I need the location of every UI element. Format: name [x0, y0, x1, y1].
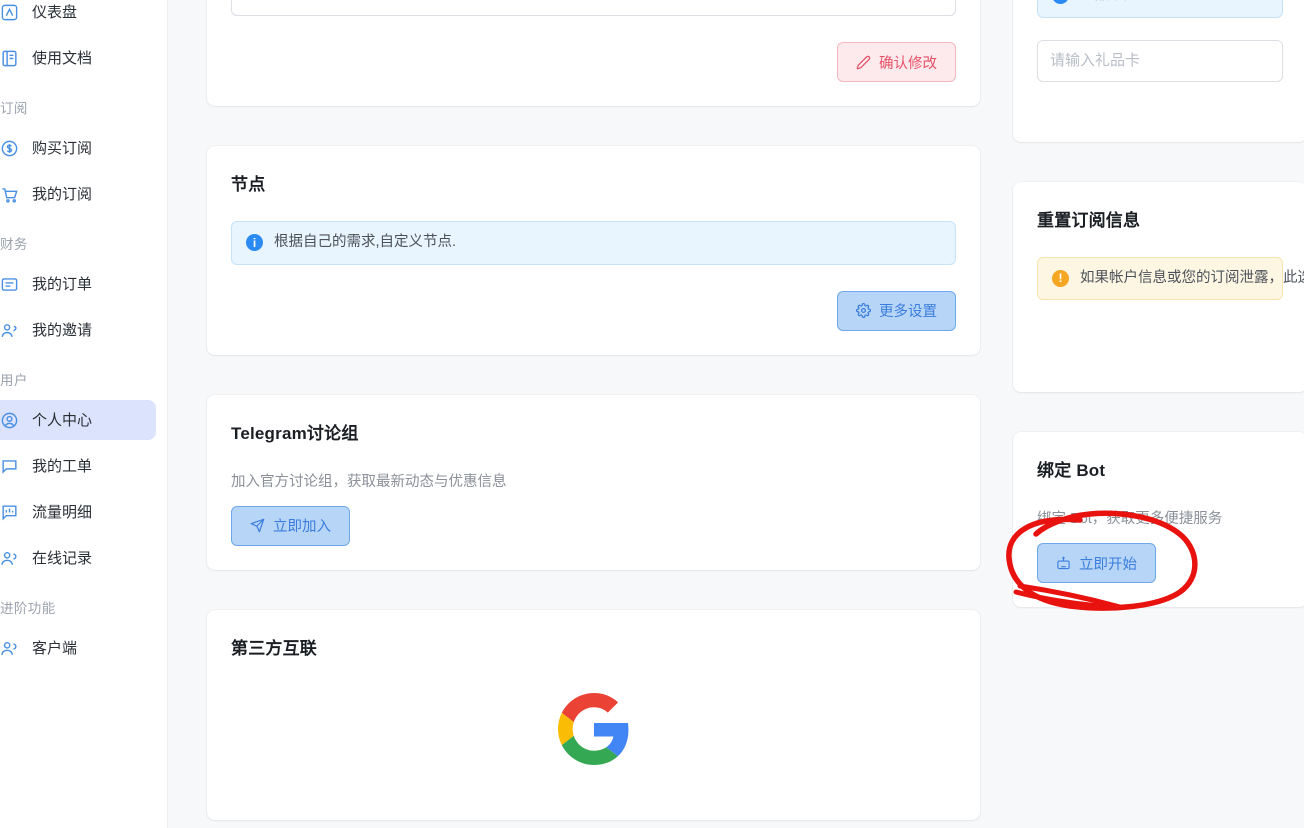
node-card: 节点 i 根据自己的需求,自定义节点.	[207, 146, 980, 355]
sidebar-item-label: 我的邀请	[32, 323, 92, 338]
gift-card-alert-text: 礼品卡充值	[1080, 0, 1153, 6]
third-party-card: 第三方互联	[207, 610, 980, 820]
sidebar-item-11[interactable]: 流量明细	[0, 492, 156, 532]
chart-icon	[0, 503, 19, 522]
gift-card-input[interactable]	[1037, 40, 1283, 82]
profile-field-input[interactable]	[231, 0, 956, 16]
sidebar-item-12[interactable]: 在线记录	[0, 538, 156, 578]
sidebar-item-label: 流量明细	[32, 505, 92, 520]
order-icon	[0, 275, 19, 294]
sidebar-nav-list: 仪表盘使用文档订阅购买订阅我的订阅财务我的订单我的邀请用户个人中心我的工单流量明…	[0, 0, 168, 674]
sidebar-item-label: 使用文档	[32, 51, 92, 66]
warning-icon: !	[1052, 270, 1069, 287]
profile-card: 确认修改	[207, 0, 980, 106]
bot-card-title: 绑定 Bot	[1037, 456, 1283, 481]
sidebar-item-6[interactable]: 我的订单	[0, 264, 156, 304]
sidebar-item-label: 在线记录	[32, 551, 92, 566]
gift-card-info-alert: i 礼品卡充值	[1037, 0, 1283, 18]
node-card-actions: 更多设置	[231, 291, 956, 331]
reset-warning-alert: ! 如果帐户信息或您的订阅泄露，此选项	[1037, 257, 1283, 301]
sidebar-item-label: 个人中心	[32, 413, 92, 428]
third-party-providers	[231, 659, 956, 770]
sidebar-group-label: 进阶功能	[0, 598, 168, 620]
sidebar-item-0[interactable]: 仪表盘	[0, 0, 156, 32]
sidebar-item-label: 我的工单	[32, 459, 92, 474]
cart-icon	[0, 185, 19, 204]
sidebar-item-4[interactable]: 我的订阅	[0, 174, 156, 214]
sidebar-group-label: 订阅	[0, 98, 168, 120]
sidebar: 仪表盘使用文档订阅购买订阅我的订阅财务我的订单我的邀请用户个人中心我的工单流量明…	[0, 0, 168, 828]
sidebar-item-label: 我的订单	[32, 277, 92, 292]
sidebar-item-14[interactable]: 客户端	[0, 628, 156, 668]
sidebar-group-label: 用户	[0, 370, 168, 392]
sidebar-item-7[interactable]: 我的邀请	[0, 310, 156, 350]
sidebar-item-9[interactable]: 个人中心	[0, 400, 156, 440]
reset-subscription-card: 重置订阅信息 ! 如果帐户信息或您的订阅泄露，此选项	[1013, 182, 1304, 393]
join-telegram-label: 立即加入	[273, 515, 331, 536]
node-info-alert: i 根据自己的需求,自定义节点.	[231, 221, 956, 265]
sidebar-item-10[interactable]: 我的工单	[0, 446, 156, 486]
bot-card-desc: 绑定 Bot，获取更多便捷服务	[1037, 507, 1283, 528]
node-card-title: 节点	[231, 170, 956, 195]
document-icon	[0, 49, 19, 68]
left-column: 确认修改 节点 i 根据自己的需求,自定义节点.	[207, 0, 980, 828]
gear-icon	[856, 303, 871, 318]
user-circle-icon	[0, 411, 19, 430]
content-columns: 确认修改 节点 i 根据自己的需求,自定义节点.	[207, 0, 1304, 828]
more-settings-label: 更多设置	[879, 300, 937, 321]
sidebar-item-1[interactable]: 使用文档	[0, 38, 156, 78]
more-settings-button[interactable]: 更多设置	[837, 291, 956, 331]
third-party-card-title: 第三方互联	[231, 634, 956, 659]
sidebar-item-3[interactable]: 购买订阅	[0, 128, 156, 168]
send-icon	[250, 518, 265, 533]
sidebar-group-label: 财务	[0, 234, 168, 256]
app-root: 仪表盘使用文档订阅购买订阅我的订阅财务我的订单我的邀请用户个人中心我的工单流量明…	[0, 0, 1304, 828]
telegram-card: Telegram讨论组 加入官方讨论组，获取最新动态与优惠信息 立即加入	[207, 395, 980, 570]
google-logo-icon[interactable]	[558, 693, 630, 770]
telegram-card-desc: 加入官方讨论组，获取最新动态与优惠信息	[231, 470, 956, 491]
invite-icon	[0, 321, 19, 340]
users-icon	[0, 639, 19, 658]
confirm-edit-label: 确认修改	[879, 52, 937, 73]
join-telegram-button[interactable]: 立即加入	[231, 506, 350, 546]
telegram-card-title: Telegram讨论组	[231, 419, 956, 444]
profile-card-actions: 确认修改	[231, 42, 956, 82]
reset-card-title: 重置订阅信息	[1037, 206, 1283, 231]
pencil-icon	[856, 55, 871, 70]
gift-card-card: i 礼品卡充值	[1013, 0, 1304, 142]
ticket-icon	[0, 457, 19, 476]
bind-bot-card: 绑定 Bot 绑定 Bot，获取更多便捷服务 立即开始	[1013, 432, 1304, 607]
sidebar-item-label: 购买订阅	[32, 141, 92, 156]
sidebar-item-label: 仪表盘	[32, 5, 77, 20]
dashboard-icon	[0, 3, 19, 22]
info-icon: i	[246, 234, 263, 251]
node-alert-text: 根据自己的需求,自定义节点.	[274, 233, 456, 253]
info-icon: i	[1052, 0, 1069, 4]
telegram-card-actions: 立即加入	[231, 506, 956, 546]
gift-card-input-wrap	[1037, 40, 1283, 82]
sidebar-item-label: 我的订阅	[32, 187, 92, 202]
right-column: i 礼品卡充值 重置订阅信息 ! 如果帐户信息或您的订阅泄露，此选项	[1013, 0, 1304, 647]
start-bot-button[interactable]: 立即开始	[1037, 543, 1156, 583]
bot-card-actions: 立即开始	[1037, 543, 1283, 583]
robot-icon	[1056, 556, 1071, 571]
start-bot-label: 立即开始	[1079, 553, 1137, 574]
money-icon	[0, 139, 19, 158]
confirm-edit-button[interactable]: 确认修改	[837, 42, 956, 82]
main-content: 确认修改 节点 i 根据自己的需求,自定义节点.	[168, 0, 1304, 828]
reset-alert-text: 如果帐户信息或您的订阅泄露，此选项	[1080, 269, 1304, 289]
users-icon	[0, 549, 19, 568]
sidebar-item-label: 客户端	[32, 641, 77, 656]
